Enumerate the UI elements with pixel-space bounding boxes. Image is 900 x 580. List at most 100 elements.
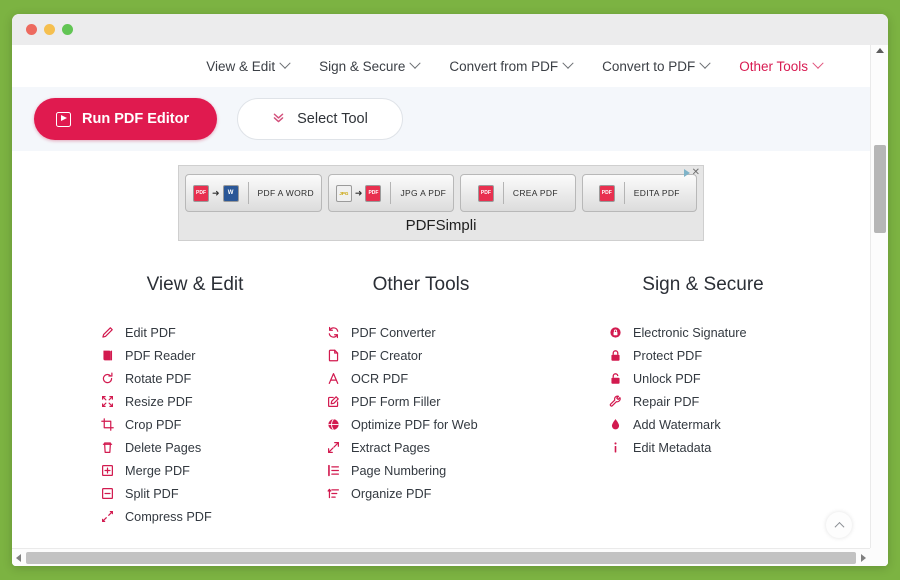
scrollbar-corner [870,548,888,566]
tool-link-ocr-pdf[interactable]: OCR PDF [326,367,516,390]
tool-link-extract-pages[interactable]: Extract Pages [326,436,516,459]
tool-column: Other Tools PDF Converter PDF Creator OCR P… [298,274,584,528]
nav-item-sign-secure[interactable]: Sign & Secure [319,57,422,74]
page-content: View & Edit Sign & Secure Convert from PDF… [12,45,870,548]
scroll-up-arrow-icon[interactable] [876,48,884,53]
tool-link-optimize-pdf-for-web[interactable]: Optimize PDF for Web [326,413,516,436]
tool-link-electronic-signature[interactable]: Electronic Signature [608,321,798,344]
letter-a-icon [326,372,340,385]
horizontal-scrollbar-thumb[interactable] [26,552,856,564]
tool-link-rotate-pdf[interactable]: Rotate PDF [100,367,290,390]
tool-link-resize-pdf[interactable]: Resize PDF [100,390,290,413]
tool-link-label: Page Numbering [351,463,447,478]
traffic-lights [26,24,73,35]
ad-button[interactable]: PDF ➜ W PDF A WORD [185,174,322,212]
globe-icon [326,418,340,431]
scroll-left-arrow-icon[interactable] [16,554,21,562]
tool-column-inner: Sign & Secure Electronic Signature Protect… [608,274,798,459]
tool-link-label: Edit PDF [125,325,176,340]
tool-columns: View & Edit Edit PDF PDF Reader Rotate PDF R… [12,241,870,528]
ad-banner[interactable]: ✕ PDF ➜ W PDF A WORD JPG ➜ PDF JPG A PDF PDF CREA… [178,165,704,241]
sort-list-icon [326,487,340,500]
scroll-right-arrow-icon[interactable] [861,554,866,562]
word-file-icon: W [222,184,239,202]
tool-link-label: Extract Pages [351,440,430,455]
ad-button-icons: PDF [598,184,615,202]
chevron-up-icon [834,521,844,532]
horizontal-scrollbar[interactable] [12,548,888,566]
tool-link-organize-pdf[interactable]: Organize PDF [326,482,516,505]
chevron-down-icon [409,57,422,69]
ad-button-label: JPG A PDF [400,188,447,198]
tool-link-pdf-form-filler[interactable]: PDF Form Filler [326,390,516,413]
tool-link-label: PDF Creator [351,348,423,363]
browser-window: View & Edit Sign & Secure Convert from PDF… [12,14,888,566]
close-window-button[interactable] [26,24,37,35]
ad-button[interactable]: PDF EDITA PDF [581,174,697,212]
tool-link-protect-pdf[interactable]: Protect PDF [608,344,798,367]
chevron-down-icon [562,57,574,69]
tool-link-split-pdf[interactable]: Split PDF [100,482,290,505]
nav-item-other-tools[interactable]: Other Tools [739,57,824,74]
tool-link-delete-pages[interactable]: Delete Pages [100,436,290,459]
ad-button-icons: PDF [477,184,494,202]
tool-column: View & Edit Edit PDF PDF Reader Rotate PDF R… [12,274,298,528]
nav-item-view-edit[interactable]: View & Edit [206,57,291,74]
action-toolbar: Run PDF Editor Select Tool [12,87,870,151]
lock-open-icon [608,372,622,385]
ad-button-label: PDF A WORD [257,188,314,198]
resize-arrows-icon [100,395,114,408]
adchoices-triangle-icon[interactable] [683,169,690,177]
vertical-scrollbar-thumb[interactable] [874,145,886,233]
refresh-cycle-icon [326,326,340,339]
scroll-to-top-button[interactable] [826,512,852,538]
nav-item-label: Sign & Secure [319,58,406,74]
tool-link-page-numbering[interactable]: Page Numbering [326,459,516,482]
ad-button[interactable]: JPG ➜ PDF JPG A PDF [327,174,455,212]
tool-link-crop-pdf[interactable]: Crop PDF [100,413,290,436]
tool-column-title: View & Edit [146,274,244,295]
run-pdf-editor-label: Run PDF Editor [82,111,190,127]
tool-link-pdf-converter[interactable]: PDF Converter [326,321,516,344]
tool-link-label: PDF Converter [351,325,436,340]
select-tool-button[interactable]: Select Tool [237,98,403,140]
main-navigation: View & Edit Sign & Secure Convert from PDF… [206,57,824,74]
info-icon [608,441,622,454]
run-pdf-editor-button[interactable]: Run PDF Editor [34,98,218,140]
tool-link-pdf-reader[interactable]: PDF Reader [100,344,290,367]
tool-link-edit-pdf[interactable]: Edit PDF [100,321,290,344]
advertisement-region: ✕ PDF ➜ W PDF A WORD JPG ➜ PDF JPG A PDF PDF CREA… [12,151,870,241]
tool-link-unlock-pdf[interactable]: Unlock PDF [608,367,798,390]
site-header: View & Edit Sign & Secure Convert from PDF… [12,45,870,87]
divider [247,182,249,204]
tool-link-label: Repair PDF [633,394,700,409]
nav-item-convert-to-pdf[interactable]: Convert to PDF [602,57,711,74]
tool-column-inner: View & Edit Edit PDF PDF Reader Rotate PDF R… [100,274,290,528]
double-chevron-down-icon [272,111,285,128]
tool-link-compress-pdf[interactable]: Compress PDF [100,505,290,528]
tool-link-add-watermark[interactable]: Add Watermark [608,413,798,436]
tool-link-label: Edit Metadata [633,440,712,455]
vertical-scrollbar[interactable] [870,45,888,548]
trash-icon [100,441,114,454]
split-minus-square-icon [100,487,114,500]
tool-link-label: Unlock PDF [633,371,701,386]
maximize-window-button[interactable] [62,24,73,35]
ad-button[interactable]: PDF CREA PDF [460,174,576,212]
ad-button-icons: PDF ➜ W [193,184,239,202]
close-icon[interactable]: ✕ [692,168,700,178]
rotate-icon [100,372,114,385]
tool-link-repair-pdf[interactable]: Repair PDF [608,390,798,413]
tool-column-title: Sign & Secure [642,274,764,295]
tool-link-merge-pdf[interactable]: Merge PDF [100,459,290,482]
file-new-icon [326,349,340,362]
tool-link-pdf-creator[interactable]: PDF Creator [326,344,516,367]
nav-item-label: View & Edit [206,58,276,74]
tool-link-label: Organize PDF [351,486,432,501]
tool-list: Electronic Signature Protect PDF Unlock PD… [608,321,798,459]
tool-link-label: Rotate PDF [125,371,192,386]
tool-link-label: Compress PDF [125,509,212,524]
minimize-window-button[interactable] [44,24,55,35]
nav-item-convert-from-pdf[interactable]: Convert from PDF [449,57,574,74]
tool-link-edit-metadata[interactable]: Edit Metadata [608,436,798,459]
